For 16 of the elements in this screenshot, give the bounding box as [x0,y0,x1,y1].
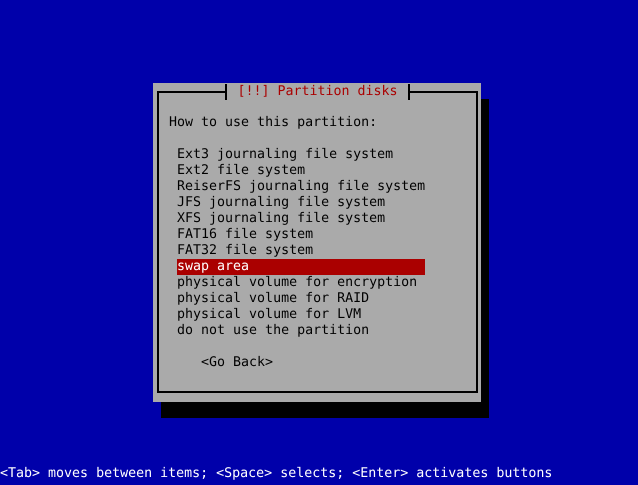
status-hint: <Tab> moves between items; <Space> selects; <Enter> activates buttons [0,466,554,482]
list-option[interactable]: physical volume for LVM [177,307,425,323]
prompt-text: How to use this partition: [169,115,378,131]
list-option[interactable]: do not use the partition [177,323,425,339]
list-option[interactable]: physical volume for RAID [177,291,425,307]
list-option[interactable]: swap area [177,259,425,275]
go-back-button[interactable]: <Go Back> [201,355,274,371]
dialog-title: [!!] Partition disks [225,84,410,100]
list-option[interactable]: JFS journaling file system [177,195,425,211]
list-option[interactable]: FAT32 file system [177,243,425,259]
list-option[interactable]: physical volume for encryption [177,275,425,291]
list-option[interactable]: FAT16 file system [177,227,425,243]
list-option[interactable]: Ext3 journaling file system [177,147,425,163]
list-option[interactable]: XFS journaling file system [177,211,425,227]
list-option[interactable]: ReiserFS journaling file system [177,179,425,195]
list-option[interactable]: Ext2 file system [177,163,425,179]
